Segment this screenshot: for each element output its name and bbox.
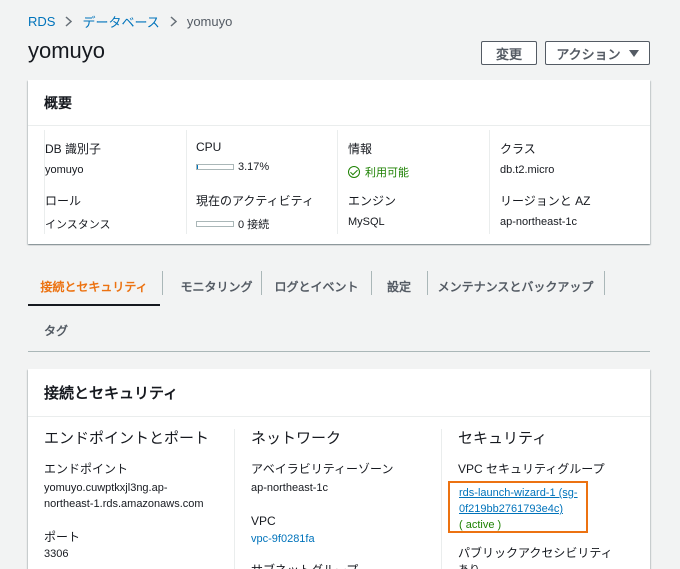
tab-tags[interactable]: タグ — [28, 312, 84, 348]
subnet-group-label: サブネットグループ — [251, 561, 358, 569]
network-section-title: ネットワーク — [251, 430, 342, 447]
summary-panel: 概要 DB 識別子 yomuyo ロール インスタンス CPU 3.17% 現在… — [28, 80, 650, 244]
check-circle-icon — [348, 166, 360, 178]
actions-button-label: アクション — [556, 46, 621, 62]
port-value: 3306 — [44, 548, 69, 560]
page-title: yomuyo — [28, 38, 106, 63]
summary-col-identifier: DB 識別子 yomuyo ロール インスタンス — [44, 130, 184, 234]
az-label: アベイラビリティーゾーン — [251, 462, 394, 476]
edit-button[interactable]: 変更 — [481, 41, 537, 65]
security-group-link-line1: rds-launch-wizard-1 (sg- — [459, 487, 578, 499]
activity-value: 0 接続 — [196, 216, 314, 232]
cpu-progress-bar — [196, 164, 234, 170]
connectivity-header: 接続とセキュリティ — [28, 369, 650, 417]
cpu-label: CPU — [196, 140, 222, 154]
info-label: 情報 — [348, 142, 373, 156]
class-value: db.t2.micro — [500, 164, 555, 176]
security-group-link[interactable]: rds-launch-wizard-1 (sg- 0f219bb2761793e… — [459, 485, 587, 517]
edit-button-label: 変更 — [495, 46, 522, 62]
column-divider — [441, 429, 442, 569]
caret-down-icon — [628, 49, 639, 57]
engine-value: MySQL — [348, 216, 385, 228]
tab-logs-events[interactable]: ログとイベント — [262, 268, 371, 304]
region-label: リージョンと AZ — [500, 194, 591, 208]
security-group-status: ( active ) — [459, 519, 502, 531]
endpoint-label: エンドポイント — [44, 462, 129, 476]
info-value: 利用可能 — [348, 164, 409, 180]
vpc-label: VPC — [251, 514, 276, 528]
public-accessibility-value: あり — [458, 562, 480, 569]
vpc-link[interactable]: vpc-9f0281fa — [251, 531, 315, 547]
endpoint-section-title: エンドポイントとポート — [44, 430, 210, 447]
role-value: インスタンス — [45, 219, 111, 231]
tab-configuration[interactable]: 設定 — [372, 268, 426, 304]
db-id-value: yomuyo — [45, 164, 84, 176]
breadcrumb-rds[interactable]: RDS — [28, 14, 55, 29]
class-label: クラス — [500, 142, 536, 156]
activity-connections: 0 接続 — [238, 219, 270, 231]
tab-connectivity-security[interactable]: 接続とセキュリティ — [28, 268, 160, 304]
breadcrumb-current: yomuyo — [186, 13, 233, 29]
active-tab-indicator — [28, 304, 160, 306]
security-group-highlight: rds-launch-wizard-1 (sg- 0f219bb2761793e… — [448, 481, 588, 533]
db-id-label: DB 識別子 — [45, 142, 102, 156]
chevron-right-icon — [170, 15, 177, 27]
tab-bar: 接続とセキュリティ モニタリング ログとイベント 設定 メンテナンスとバックアッ… — [28, 268, 650, 352]
activity-label: 現在のアクティビティ — [196, 194, 314, 208]
cpu-percent: 3.17% — [238, 161, 270, 173]
tab-monitoring[interactable]: モニタリング — [163, 268, 270, 304]
connectivity-panel: 接続とセキュリティ エンドポイントとポート エンドポイント yomuyo.cuw… — [28, 369, 650, 569]
breadcrumb: RDS データベース yomuyo — [28, 12, 233, 31]
tab-divider — [604, 271, 605, 295]
chevron-right-icon — [65, 15, 73, 27]
port-label: ポート — [44, 530, 81, 544]
region-value: ap-northeast-1c — [500, 216, 578, 228]
cpu-value: 3.17% — [196, 161, 269, 173]
endpoint-value-line1: yomuyo.cuwptkxjl3ng.ap- — [44, 482, 168, 494]
endpoint-value-line2: northeast-1.rds.amazonaws.com — [44, 498, 204, 510]
activity-progress-bar — [196, 221, 234, 227]
vpc-security-group-label: VPC セキュリティグループ — [458, 462, 605, 476]
actions-button[interactable]: アクション — [545, 41, 650, 65]
summary-header: 概要 — [28, 80, 650, 126]
summary-col-cpu: CPU 3.17% 現在のアクティビティ 0 接続 — [186, 130, 336, 234]
summary-col-info: 情報 利用可能 エンジン MySQL — [337, 130, 489, 234]
security-section-title: セキュリティ — [458, 430, 548, 447]
breadcrumb-databases[interactable]: データベース — [82, 12, 159, 31]
column-divider — [234, 429, 235, 569]
summary-col-class: クラス db.t2.micro リージョンと AZ ap-northeast-1… — [489, 130, 649, 234]
engine-label: エンジン — [348, 194, 397, 208]
role-label: ロール — [45, 194, 82, 208]
status-text: 利用可能 — [365, 167, 409, 179]
tab-maintenance-backup[interactable]: メンテナンスとバックアップ — [428, 268, 603, 304]
public-accessibility-label: パブリックアクセシビリティ — [458, 546, 613, 560]
security-group-link-line2: 0f219bb2761793e4c) — [459, 503, 563, 515]
az-value: ap-northeast-1c — [251, 482, 329, 494]
tabs-bottom-border — [28, 351, 650, 352]
